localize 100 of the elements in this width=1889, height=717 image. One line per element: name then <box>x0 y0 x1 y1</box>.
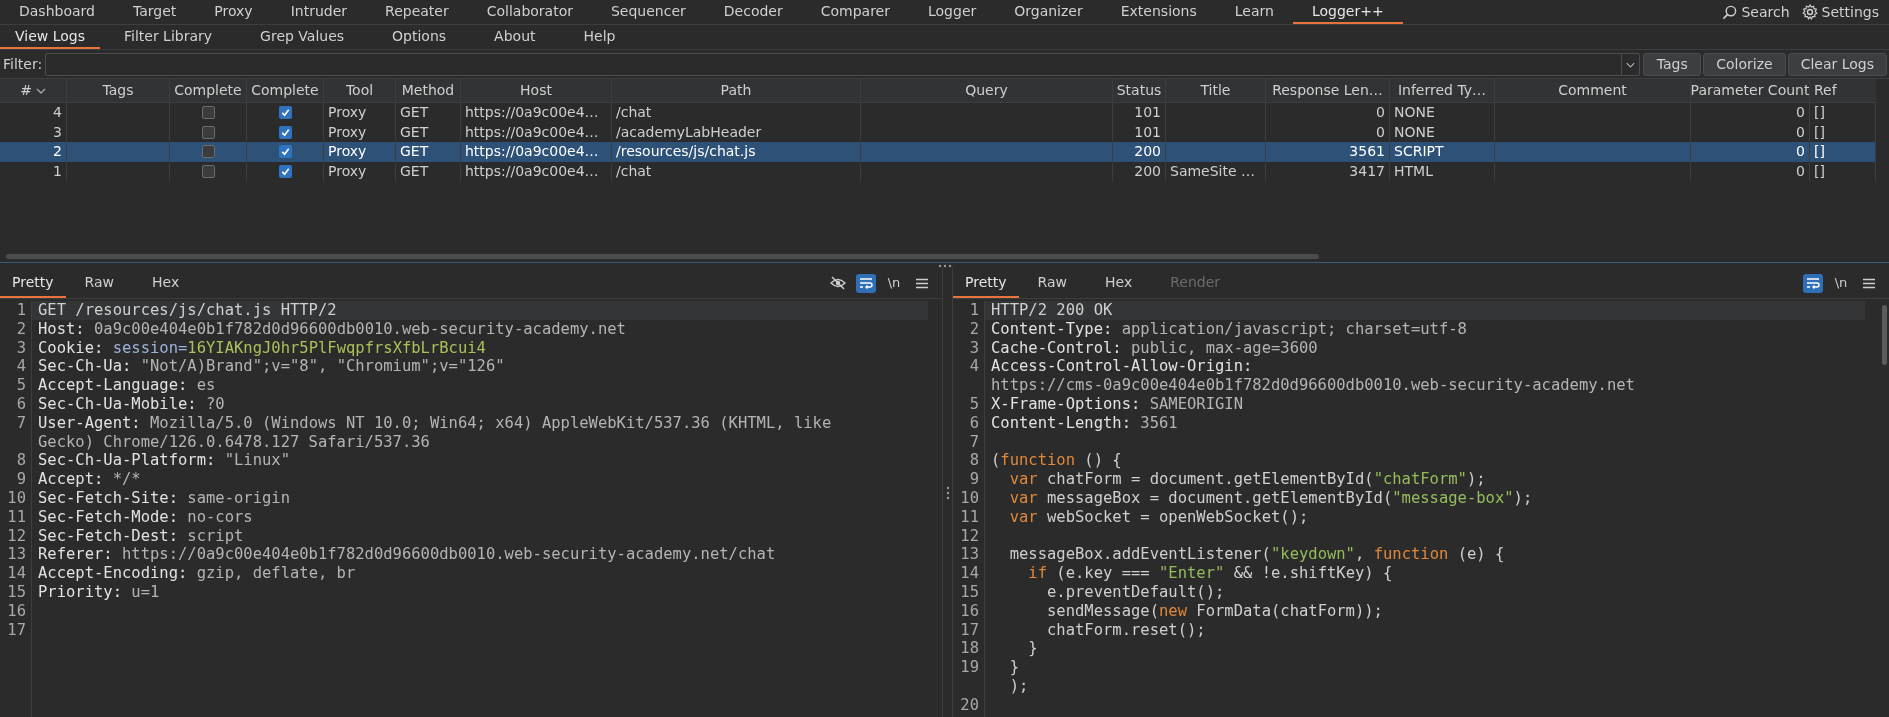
line-number: 6 <box>16 395 26 414</box>
checkbox[interactable] <box>201 106 215 120</box>
main-tab[interactable]: Sequencer <box>592 0 705 24</box>
column-header[interactable]: Complete <box>247 79 324 102</box>
toolbar-button[interactable]: Tags <box>1643 53 1702 76</box>
checkbox[interactable] <box>201 145 215 159</box>
line-number: 13 <box>960 545 979 565</box>
table-row[interactable]: 2 Proxy GET https://0a9c00e4… /resources/js/chat.js 200 3561 SCRIPT 0 [] <box>0 142 1876 162</box>
table-cell: https://0a9c00e4… <box>465 142 599 162</box>
main-tab[interactable]: Decoder <box>704 0 802 24</box>
main-tab[interactable]: Collaborator <box>467 0 592 24</box>
grip-icon[interactable] <box>945 485 950 500</box>
column-header[interactable]: Query <box>861 79 1113 102</box>
main-tab[interactable]: Dashboard <box>0 0 114 24</box>
table-cell: 3417 <box>1349 161 1385 181</box>
column-header[interactable]: Path <box>612 79 861 102</box>
table-cell: /academyLabHeader <box>616 122 762 142</box>
newline-toggle[interactable]: \n <box>884 273 904 293</box>
table-cell: https://0a9c00e4… <box>465 122 599 142</box>
sort-chevron-icon[interactable] <box>35 86 46 95</box>
code-line: messageBox.addEventListener("keydown", function (e) { <box>1008 545 1506 565</box>
code-line: Accept-Encoding: gzip, deflate, br <box>37 564 357 583</box>
horizontal-scrollbar[interactable] <box>6 254 1319 259</box>
line-number: 7 <box>16 413 26 433</box>
table-row[interactable]: 4 Proxy GET https://0a9c00e4… /chat 101 0 NONE 0 [] <box>0 103 1876 123</box>
table-cell: HTML <box>1394 161 1433 181</box>
code-line: (function () { <box>990 451 1123 471</box>
checkbox[interactable] <box>278 125 292 139</box>
checkbox[interactable] <box>278 164 292 178</box>
code-line: Accept-Language: es <box>37 376 217 395</box>
column-header[interactable]: Title <box>1166 79 1266 102</box>
editor-tab[interactable]: Raw <box>1018 268 1086 298</box>
table-cell: Proxy <box>328 142 367 162</box>
line-number: 15 <box>7 582 26 602</box>
column-header[interactable]: Host <box>461 79 612 102</box>
table-cell: 3 <box>53 122 62 142</box>
main-tab[interactable]: Target <box>113 0 196 24</box>
sub-tab[interactable]: Help <box>559 25 640 49</box>
main-tab[interactable]: Comparer <box>801 0 909 24</box>
table-cell: SCRIPT <box>1394 142 1444 162</box>
vertical-scrollbar[interactable] <box>1881 305 1887 365</box>
table-cell: 0 <box>1376 103 1385 123</box>
sub-tab[interactable]: Filter Library <box>100 25 237 49</box>
sub-tab[interactable]: Grep Values <box>236 25 369 49</box>
sub-tab[interactable]: About <box>470 25 560 49</box>
search-button[interactable]: Search <box>1722 1 1790 23</box>
checkbox[interactable] <box>278 145 292 159</box>
column-header[interactable]: Comment <box>1495 79 1691 102</box>
main-tab[interactable]: Repeater <box>366 0 468 24</box>
column-header[interactable]: Complete <box>170 79 247 102</box>
table-cell: 0 <box>1376 122 1385 142</box>
column-header[interactable]: Inferred Ty… <box>1390 79 1495 102</box>
checkbox[interactable] <box>201 164 215 178</box>
code-line: Sec-Fetch-Site: same-origin <box>37 488 291 508</box>
main-tab[interactable]: Extensions <box>1101 0 1216 24</box>
toolbar-button[interactable]: Clear Logs <box>1787 53 1887 76</box>
editor-tab[interactable]: Raw <box>65 268 133 298</box>
table-cell: /resources/js/chat.js <box>616 142 756 162</box>
grip-icon[interactable] <box>937 263 952 268</box>
table-cell: 4 <box>53 103 62 123</box>
line-number: 16 <box>7 601 26 621</box>
checkbox[interactable] <box>278 106 292 120</box>
main-tab[interactable]: Intruder <box>271 0 367 24</box>
main-tab[interactable]: Learn <box>1215 0 1293 24</box>
code-line: var webSocket = openWebSocket(); <box>1008 507 1310 527</box>
line-number: 11 <box>7 507 26 527</box>
settings-button[interactable]: Settings <box>1801 1 1879 23</box>
column-header[interactable]: Method <box>396 79 461 102</box>
column-header[interactable]: # <box>0 79 67 102</box>
table-cell: 3561 <box>1349 142 1385 162</box>
line-number: 5 <box>16 376 26 395</box>
filter-field[interactable] <box>45 53 1641 76</box>
main-tab[interactable]: Organizer <box>995 0 1102 24</box>
line-number: 2 <box>969 319 979 339</box>
code-line: Sec-Fetch-Mode: no-cors <box>37 507 254 527</box>
editor-tab[interactable]: Hex <box>133 268 199 298</box>
column-header[interactable]: Response Len… <box>1266 79 1390 102</box>
sub-tab[interactable]: Options <box>368 25 471 49</box>
table-cell: SameSite … <box>1170 161 1256 181</box>
table-cell: 0 <box>1796 122 1805 142</box>
toolbar-button[interactable]: Colorize <box>1703 53 1786 76</box>
settings-icon[interactable] <box>1801 4 1818 20</box>
column-header[interactable]: Status <box>1113 79 1166 102</box>
sub-tab[interactable]: View Logs <box>0 25 100 49</box>
checkbox[interactable] <box>201 125 215 139</box>
table-cell: [] <box>1814 122 1825 142</box>
table-row[interactable]: 1 Proxy GET https://0a9c00e4… /chat 200 SameSite … 3417 HTML 0 [] <box>0 161 1876 181</box>
column-header[interactable]: Parameter Count <box>1691 79 1810 102</box>
newline-toggle[interactable]: \n <box>1831 273 1851 293</box>
column-header[interactable]: Ref <box>1810 79 1876 102</box>
line-number: 3 <box>16 338 26 358</box>
editor-tab[interactable]: Hex <box>1086 268 1152 298</box>
code-line: } ); <box>1008 658 1030 696</box>
search-icon[interactable] <box>1722 4 1738 20</box>
column-header[interactable]: Tags <box>67 79 170 102</box>
line-number: 14 <box>960 564 979 583</box>
column-header[interactable]: Tool <box>324 79 396 102</box>
main-tab[interactable]: Proxy <box>195 0 272 24</box>
main-tab[interactable]: Logger <box>909 0 996 24</box>
table-cell: 0 <box>1796 142 1805 162</box>
